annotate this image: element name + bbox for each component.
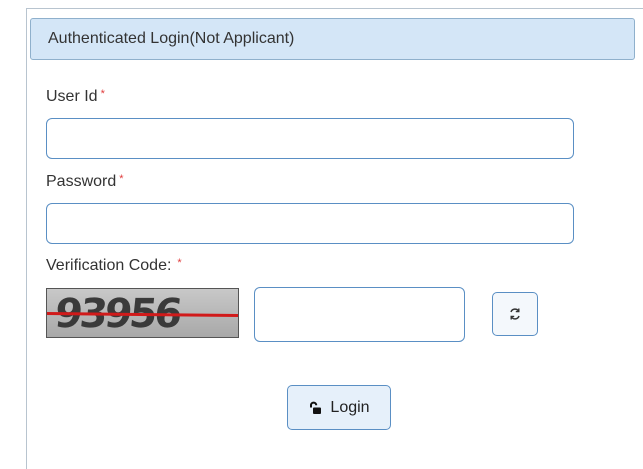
user-id-label-text: User Id (46, 88, 98, 105)
required-marker: * (119, 173, 124, 185)
panel-title: Authenticated Login(Not Applicant) (48, 30, 295, 47)
panel-header: Authenticated Login(Not Applicant) (30, 18, 635, 60)
login-button-label: Login (330, 398, 370, 416)
unlock-icon (308, 401, 322, 415)
verification-code-label: Verification Code: * (46, 257, 182, 275)
verification-code-label-text: Verification Code: (46, 257, 172, 274)
captcha-image: 93956 (46, 288, 239, 338)
password-input[interactable] (46, 203, 574, 244)
password-label: Password * (46, 173, 124, 191)
refresh-captcha-button[interactable] (492, 292, 538, 336)
required-marker: * (177, 257, 182, 269)
user-id-label: User Id * (46, 88, 105, 106)
user-id-input[interactable] (46, 118, 574, 159)
required-marker: * (100, 88, 105, 100)
login-button[interactable]: Login (287, 385, 391, 430)
password-label-text: Password (46, 173, 117, 190)
refresh-icon (508, 307, 522, 321)
verification-code-input[interactable] (254, 287, 465, 342)
